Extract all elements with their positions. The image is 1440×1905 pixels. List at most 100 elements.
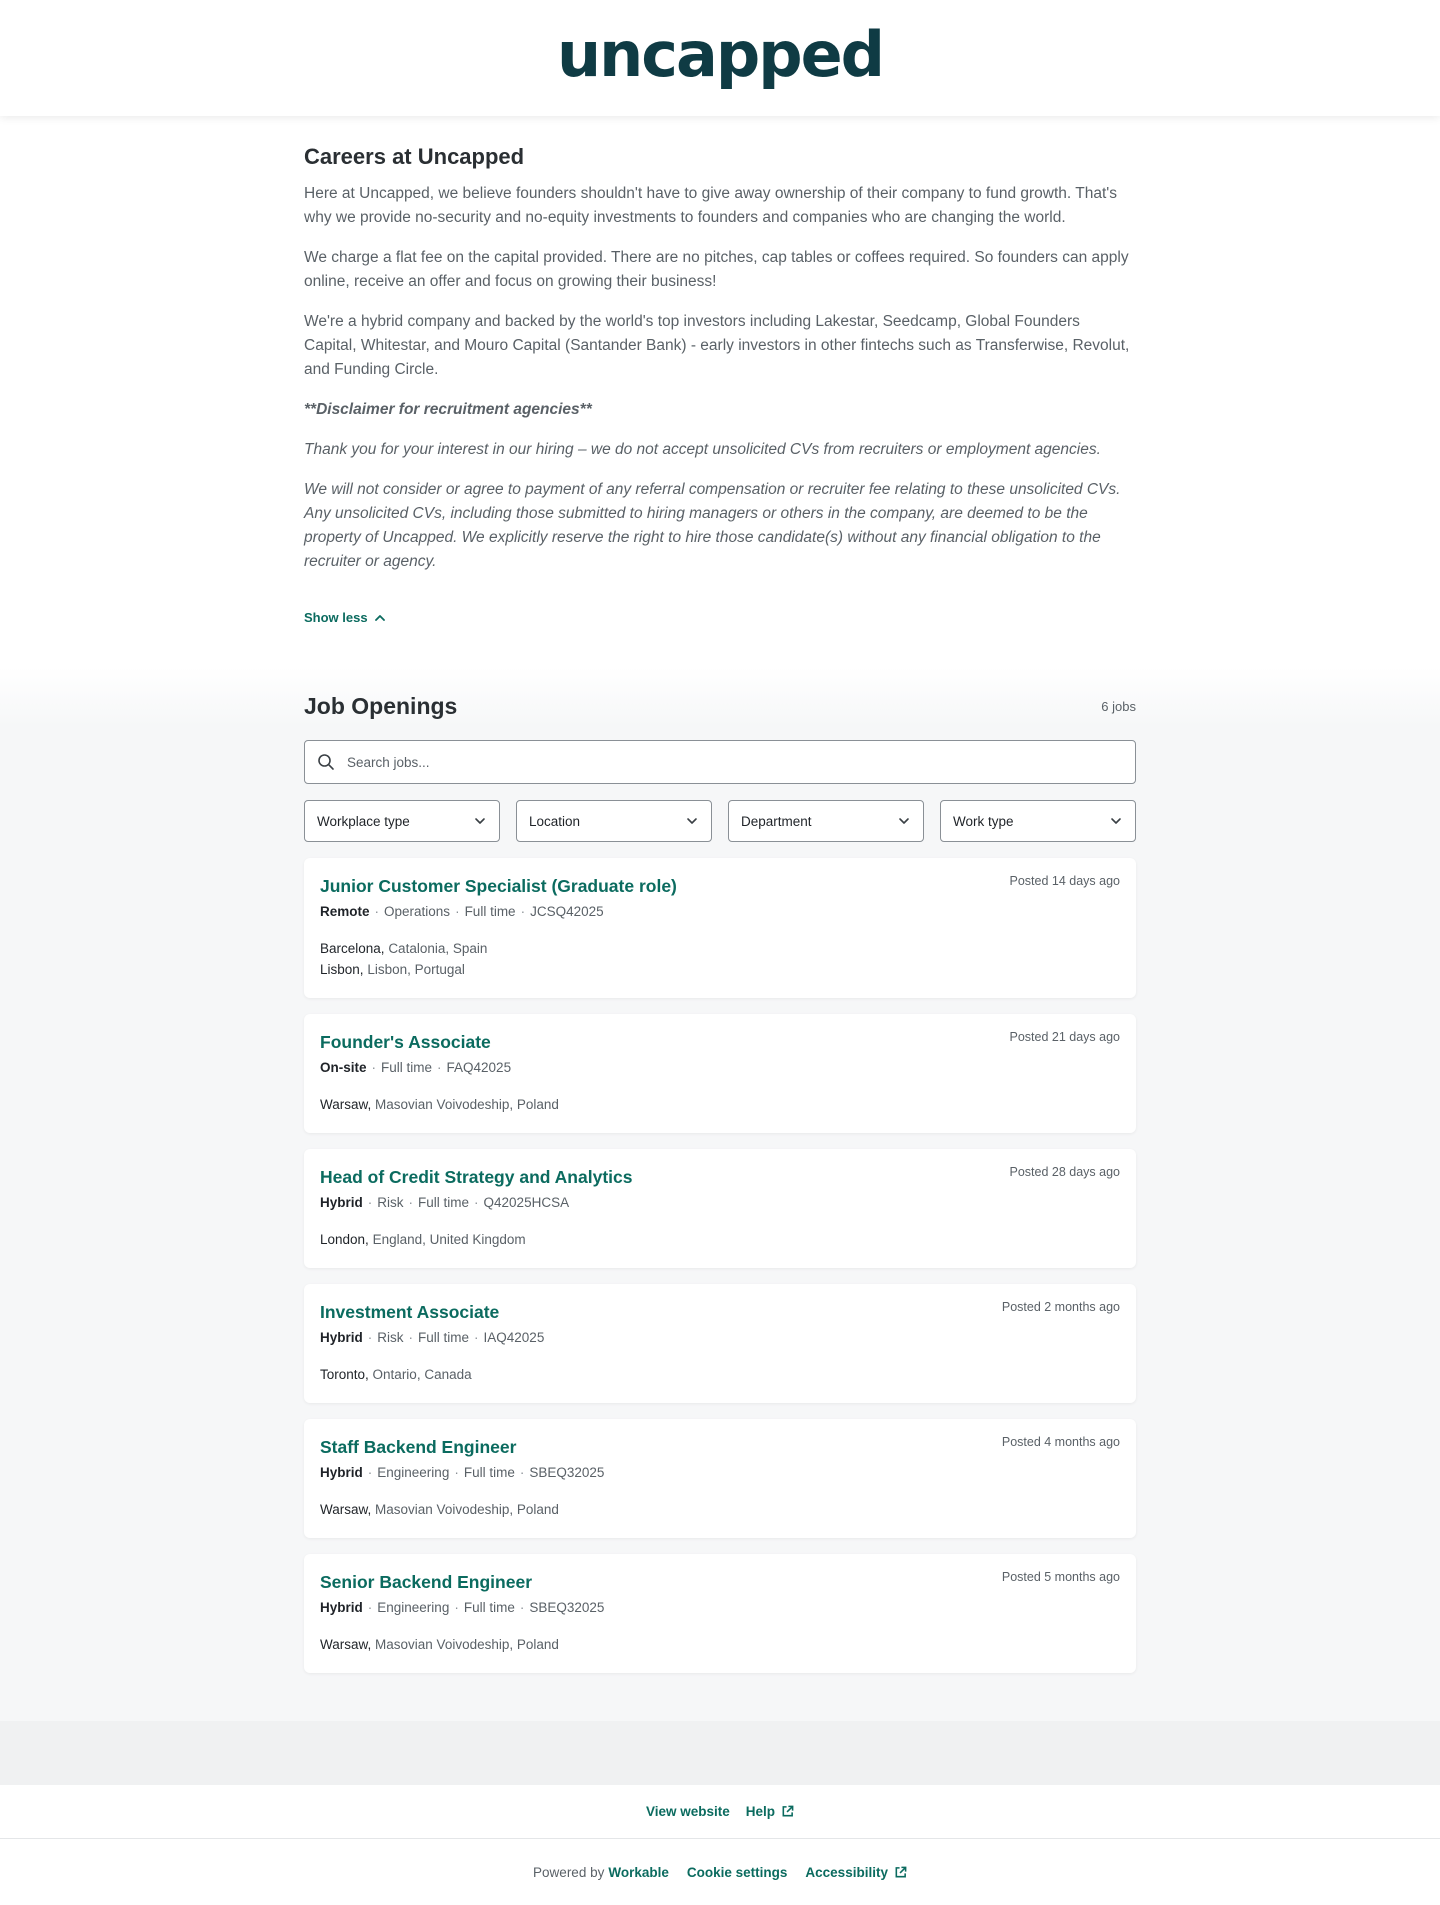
view-website-link[interactable]: View website — [646, 1804, 730, 1819]
workplace-type: Hybrid — [320, 1465, 363, 1480]
job-title-link[interactable]: Senior Backend Engineer — [320, 1570, 532, 1594]
separator-dot: · — [367, 1600, 373, 1615]
job-title-link[interactable]: Investment Associate — [320, 1300, 499, 1324]
job-card[interactable]: Staff Backend Engineer Posted 4 months a… — [304, 1419, 1136, 1538]
location-region: Catalonia, Spain — [388, 941, 488, 956]
job-department: Risk — [377, 1330, 404, 1345]
site-header: uncapped — [0, 0, 1440, 116]
powered-by-label: Powered by — [533, 1864, 605, 1880]
job-posted-date: Posted 5 months ago — [1001, 1570, 1120, 1584]
job-openings-title: Job Openings — [304, 693, 458, 719]
show-less-label: Show less — [304, 610, 368, 625]
workplace-type-filter[interactable]: Workplace type — [304, 800, 500, 842]
site-footer: View website Help Powered by Workable Co… — [0, 1785, 1440, 1905]
job-posted-date: Posted 4 months ago — [1001, 1435, 1120, 1449]
separator-dot: · — [519, 1600, 525, 1615]
job-posted-date: Posted 28 days ago — [1009, 1165, 1121, 1179]
job-meta: Hybrid · Risk · Full time · IAQ42025 — [320, 1328, 1120, 1348]
workplace-type: On-site — [320, 1060, 367, 1075]
help-link[interactable]: Help — [746, 1804, 794, 1819]
location-region: Ontario, Canada — [372, 1367, 472, 1382]
job-title-link[interactable]: Junior Customer Specialist (Graduate rol… — [320, 874, 677, 898]
disclaimer-paragraph: We will not consider or agree to payment… — [304, 481, 1121, 570]
job-meta: Hybrid · Risk · Full time · Q42025HCSA — [320, 1193, 1120, 1213]
location-city: Toronto, — [320, 1367, 369, 1382]
footer-spacer — [0, 1721, 1440, 1785]
separator-dot: · — [474, 1195, 479, 1210]
location-region: Masovian Voivodeship, Poland — [375, 1637, 559, 1652]
job-employment-type: Full time — [463, 1465, 515, 1480]
location-region: Lisbon, Portugal — [367, 962, 465, 977]
job-location: Warsaw, Masovian Voivodeship, Poland — [320, 1499, 1120, 1520]
job-location: Lisbon, Lisbon, Portugal — [320, 959, 1120, 980]
job-title-link[interactable]: Founder's Associate — [320, 1030, 491, 1054]
job-openings-section: Job Openings 6 jobs Workplace type Locat… — [0, 667, 1440, 1721]
job-code: Q42025HCSA — [483, 1195, 570, 1210]
job-code: IAQ42025 — [483, 1330, 545, 1345]
location-city: Warsaw, — [320, 1502, 372, 1517]
job-locations: London, England, United Kingdom — [320, 1229, 1120, 1250]
job-title-link[interactable]: Staff Backend Engineer — [320, 1435, 516, 1459]
job-location: Toronto, Ontario, Canada — [320, 1364, 1120, 1385]
job-openings-header: Job Openings 6 jobs — [304, 693, 1136, 720]
job-location: Warsaw, Masovian Voivodeship, Poland — [320, 1634, 1120, 1655]
job-meta: Remote · Operations · Full time · JCSQ42025 — [320, 902, 1120, 922]
external-link-icon — [895, 1866, 907, 1877]
separator-dot: · — [371, 1060, 377, 1075]
cookie-settings-link[interactable]: Cookie settings — [687, 1865, 788, 1880]
location-city: Barcelona, — [320, 941, 385, 956]
job-title-link[interactable]: Head of Credit Strategy and Analytics — [320, 1165, 632, 1189]
search-box — [304, 740, 1136, 784]
about-paragraph: We're a hybrid company and backed by the… — [304, 313, 1130, 378]
about-paragraph: Here at Uncapped, we believe founders sh… — [304, 185, 1117, 226]
location-city: Lisbon, — [320, 962, 364, 977]
job-location: Barcelona, Catalonia, Spain — [320, 938, 1120, 959]
footer-bottom: Powered by Workable Cookie settings Acce… — [0, 1839, 1440, 1905]
separator-dot: · — [367, 1465, 373, 1480]
chevron-down-icon — [475, 818, 485, 824]
location-filter[interactable]: Location — [516, 800, 712, 842]
uncapped-logo[interactable]: uncapped — [557, 24, 885, 86]
page-title: Careers at Uncapped — [304, 144, 525, 169]
job-meta: Hybrid · Engineering · Full time · SBEQ32025 — [320, 1463, 1120, 1483]
external-link-icon — [782, 1805, 794, 1817]
workable-link[interactable]: Workable — [608, 1865, 669, 1880]
job-department: Risk — [377, 1195, 404, 1210]
separator-dot: · — [408, 1330, 414, 1345]
chevron-down-icon — [687, 818, 697, 824]
location-region: England, United Kingdom — [372, 1232, 526, 1247]
workplace-type: Hybrid — [320, 1600, 363, 1615]
department-filter[interactable]: Department — [728, 800, 924, 842]
job-card[interactable]: Junior Customer Specialist (Graduate rol… — [304, 858, 1136, 998]
job-employment-type: Full time — [463, 1600, 515, 1615]
job-card[interactable]: Head of Credit Strategy and Analytics Po… — [304, 1149, 1136, 1268]
accessibility-link[interactable]: Accessibility — [805, 1865, 907, 1880]
separator-dot: · — [367, 1195, 373, 1210]
job-employment-type: Full time — [381, 1060, 433, 1075]
filters-row: Workplace type Location Department Work … — [304, 800, 1136, 842]
job-code: SBEQ32025 — [529, 1465, 605, 1480]
job-locations: Toronto, Ontario, Canada — [320, 1364, 1120, 1385]
search-input[interactable] — [347, 754, 1123, 770]
job-card[interactable]: Founder's Associate Posted 21 days ago O… — [304, 1014, 1136, 1133]
job-department: Operations — [384, 904, 451, 919]
workplace-type: Hybrid — [320, 1195, 363, 1210]
chevron-up-icon — [374, 614, 385, 621]
cookie-settings-label: Cookie settings — [686, 1864, 788, 1880]
show-less-button[interactable]: Show less — [304, 610, 386, 625]
separator-dot: · — [455, 904, 460, 919]
separator-dot: · — [519, 1465, 525, 1480]
about-section: Careers at Uncapped Here at Uncapped, we… — [0, 116, 1440, 667]
search-icon — [318, 754, 334, 770]
work-type-filter[interactable]: Work type — [940, 800, 1136, 842]
help-label: Help — [745, 1804, 776, 1819]
job-card[interactable]: Senior Backend Engineer Posted 5 months … — [304, 1554, 1136, 1673]
view-website-label: View website — [645, 1804, 730, 1819]
job-locations: Barcelona, Catalonia, Spain Lisbon, Lisb… — [320, 938, 1120, 980]
job-employment-type: Full time — [464, 904, 516, 919]
job-location: London, England, United Kingdom — [320, 1229, 1120, 1250]
separator-dot: · — [367, 1330, 373, 1345]
job-card[interactable]: Investment Associate Posted 2 months ago… — [304, 1284, 1136, 1403]
job-locations: Warsaw, Masovian Voivodeship, Poland — [320, 1499, 1120, 1520]
job-employment-type: Full time — [418, 1195, 470, 1210]
